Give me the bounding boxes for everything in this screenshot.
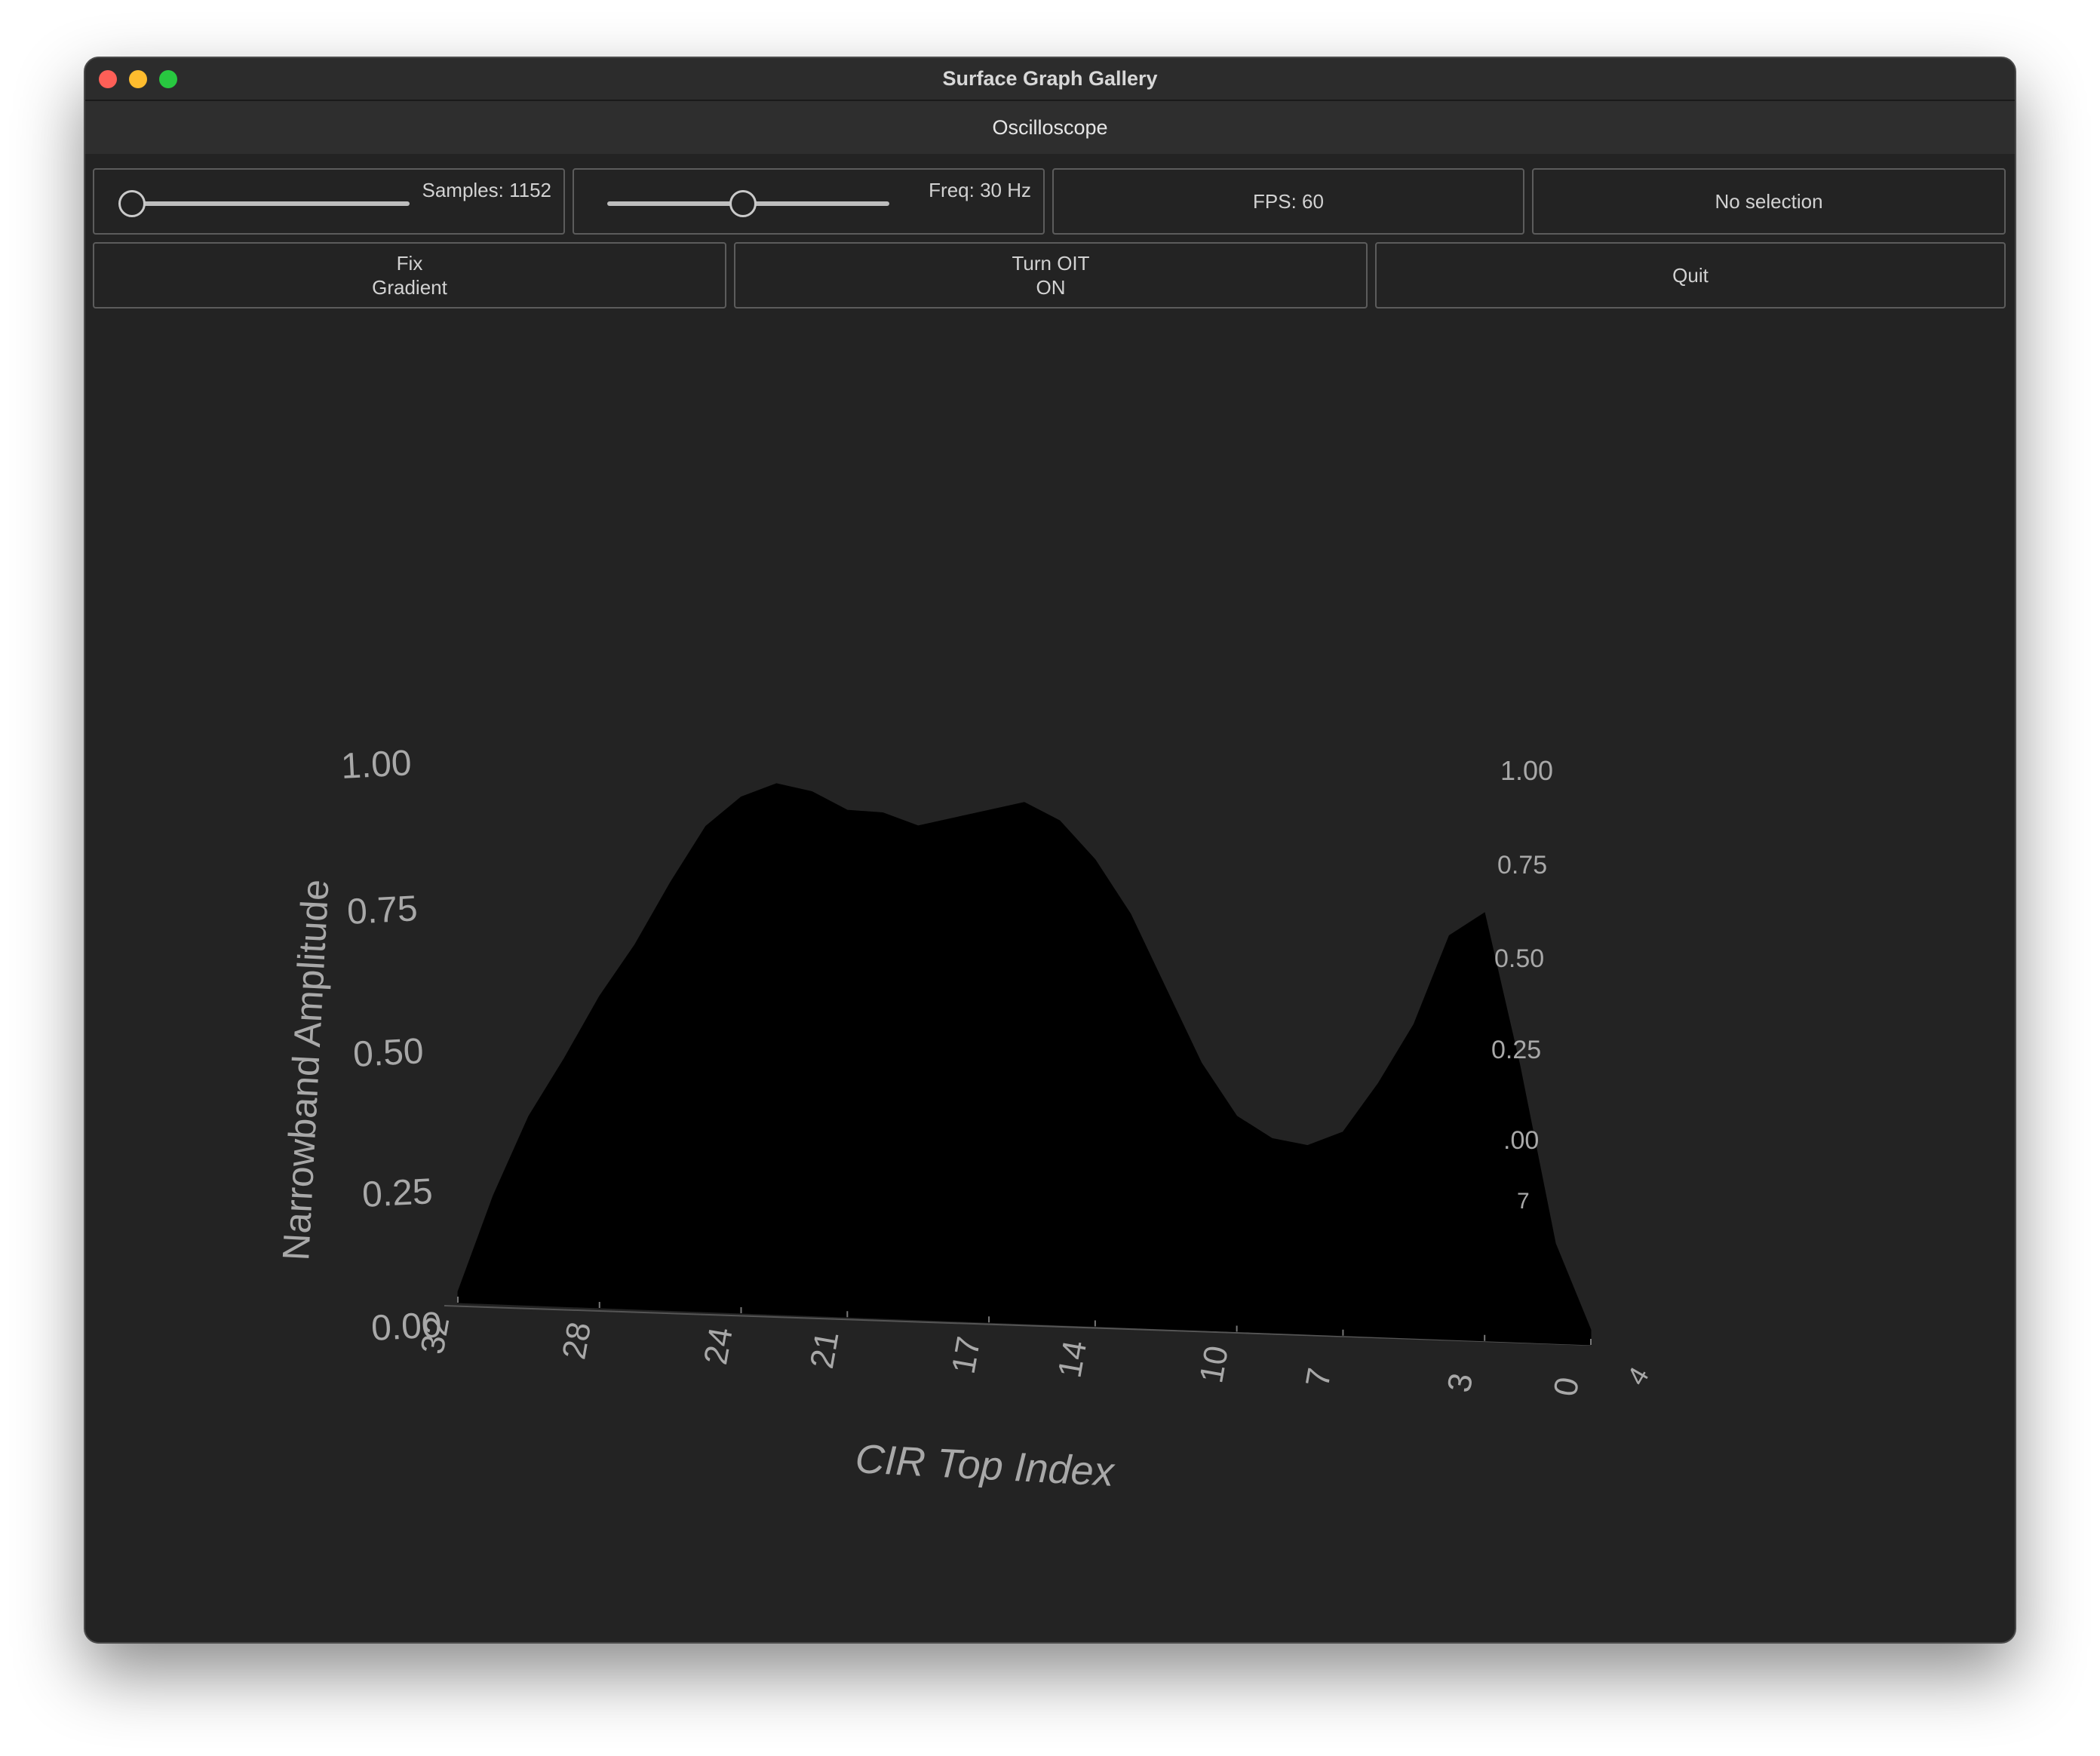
z-tick-label: 0.50 <box>1494 944 1544 973</box>
x-tick-label: 14 <box>1051 1338 1094 1381</box>
x-tick-label: 7 <box>1299 1365 1339 1390</box>
x-tick-label: 3 <box>1441 1371 1481 1395</box>
surface-graph[interactable]: 32 28 24 21 17 14 10 7 3 00.000.250.500.751.00Nar… <box>85 58 2016 1644</box>
z-tick-label: 4 <box>1620 1362 1655 1390</box>
x-tick-label: 17 <box>945 1334 988 1377</box>
x-tick-label: 21 <box>803 1328 846 1371</box>
z-tick-label: 1.00 <box>1500 755 1553 786</box>
z-tick-label: .00 <box>1503 1126 1539 1155</box>
y-tick-label: 1.00 <box>340 743 413 787</box>
x-tick-label: 10 <box>1193 1343 1236 1386</box>
z-tick-label: 0.75 <box>1497 851 1547 880</box>
z-tick-label: 0.25 <box>1491 1036 1541 1064</box>
x-tick-label: 24 <box>697 1325 740 1368</box>
y-tick-label: 0.00 <box>370 1305 443 1349</box>
y-tick-label: 0.25 <box>361 1171 434 1215</box>
surface-silhouette <box>457 783 1592 1346</box>
y-tick-label: 0.75 <box>346 889 419 932</box>
x-tick-label: 0 <box>1547 1374 1587 1399</box>
y-axis-label: Narrowband Amplitude <box>275 878 336 1261</box>
x-axis-label: CIR Top Index <box>854 1436 1116 1495</box>
y-tick-label: 0.50 <box>352 1031 425 1075</box>
z-tick-label: 7 <box>1517 1189 1530 1214</box>
app-window: Surface Graph Gallery Oscilloscope Sampl… <box>84 57 2016 1644</box>
x-tick-label: 28 <box>555 1319 598 1362</box>
